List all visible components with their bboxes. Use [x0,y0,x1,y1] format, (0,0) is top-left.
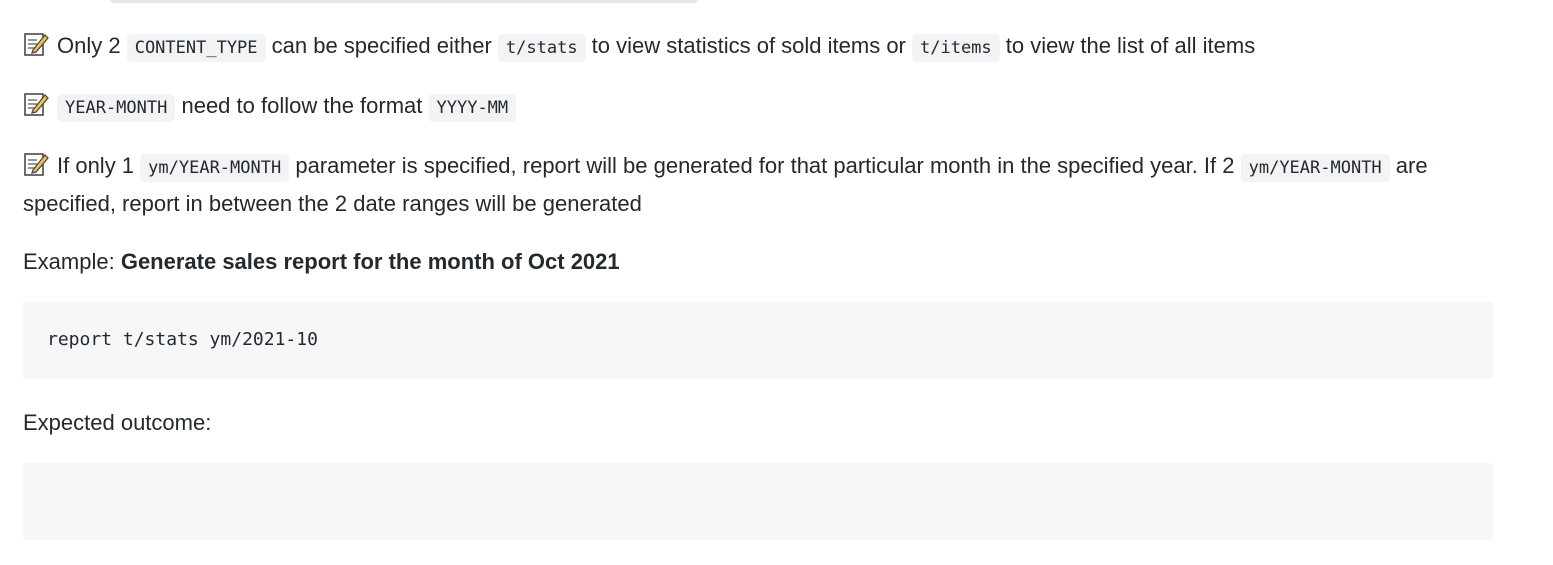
example-code-block[interactable]: report t/stats ym/2021-10 [23,302,1493,379]
memo-icon [24,153,49,176]
example-label: Example: [23,249,121,274]
note-year-month-format: YEAR-MONTH need to follow the format YYY… [23,88,1493,126]
note-text: If only 1 ym/YEAR-MONTH parameter is spe… [23,153,1428,216]
example-line: Example: Generate sales report for the m… [23,244,1493,280]
inline-code: ym/YEAR-MONTH [140,154,290,182]
memo-icon [24,33,49,56]
note-content-type: Only 2 CONTENT_TYPE can be specified eit… [23,28,1493,66]
inline-code: ym/YEAR-MONTH [1240,154,1390,182]
inline-code: YYYY-MM [428,94,517,122]
inline-code: t/stats [497,34,586,62]
example-command: report t/stats ym/2021-10 [47,329,318,350]
expected-outcome-label: Expected outcome: [23,410,212,435]
expected-outcome-block[interactable] [23,463,1493,540]
example-title: Generate sales report for the month of O… [120,249,620,274]
note-text: Only 2 CONTENT_TYPE can be specified eit… [57,33,1255,62]
inline-code: t/items [912,34,1000,62]
note-ym-parameter: If only 1 ym/YEAR-MONTH parameter is spe… [23,148,1493,222]
inline-code: YEAR-MONTH [57,94,176,122]
inline-code: CONTENT_TYPE [126,34,266,62]
scrolled-content-edge [110,0,698,3]
note-text: YEAR-MONTH need to follow the format YYY… [57,93,517,122]
memo-icon [24,93,49,116]
